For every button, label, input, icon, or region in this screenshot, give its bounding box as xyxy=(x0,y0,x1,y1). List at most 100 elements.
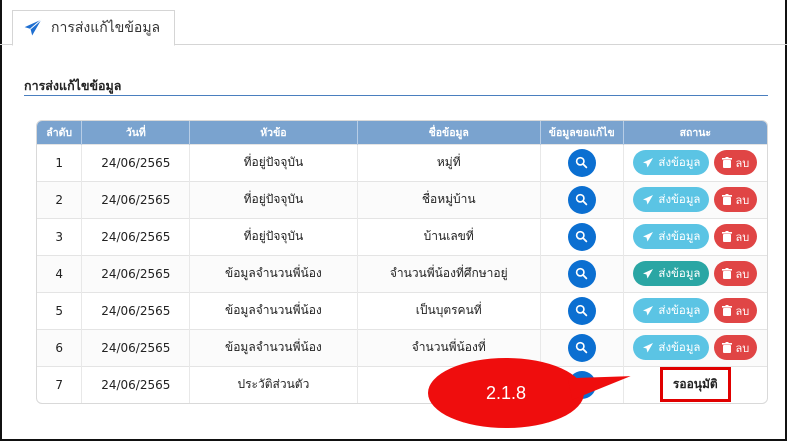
paper-plane-icon xyxy=(24,19,42,36)
delete-button[interactable]: ลบ xyxy=(714,187,758,212)
send-data-label: ส่งข้อมูล xyxy=(658,228,701,243)
paper-plane-icon xyxy=(642,305,654,317)
cell-topic: ข้อมูลจำนวนพี่น้อง xyxy=(189,255,358,292)
cell-date: 24/06/2565 xyxy=(81,292,191,329)
cell-status: ส่งข้อมูล ลบ xyxy=(623,144,767,181)
cell-date: 24/06/2565 xyxy=(81,144,191,181)
delete-label: ลบ xyxy=(735,193,750,207)
trash-icon xyxy=(722,268,733,279)
cell-date: 24/06/2565 xyxy=(81,366,191,403)
delete-label: ลบ xyxy=(735,341,750,355)
cell-status: ส่งข้อมูล ลบ xyxy=(623,329,767,366)
header-no: ลำดับ xyxy=(37,121,83,144)
send-data-button[interactable]: ส่งข้อมูล xyxy=(633,187,710,212)
cell-status: ส่งข้อมูล ลบ xyxy=(623,181,767,218)
view-edit-data-button[interactable] xyxy=(567,148,596,177)
delete-button[interactable]: ลบ xyxy=(714,335,758,360)
cell-field: บ้านเลขที่ xyxy=(357,218,541,255)
header-edit-data: ข้อมูลขอแก้ไข xyxy=(540,121,624,144)
cell-date: 24/06/2565 xyxy=(81,255,191,292)
send-data-button[interactable]: ส่งข้อมูล xyxy=(633,335,710,360)
cell-field: หมู่ที่ xyxy=(357,144,541,181)
paper-plane-icon xyxy=(642,342,654,354)
cell-topic: ที่อยู่ปัจจุบัน xyxy=(189,144,358,181)
trash-icon xyxy=(722,305,733,316)
cell-status: รออนุมัติ xyxy=(623,366,767,403)
trash-icon xyxy=(722,231,733,242)
cell-edit-data xyxy=(540,144,624,181)
table-row: 4 24/06/2565 ข้อมูลจำนวนพี่น้อง จำนวนพี่น้อ… xyxy=(37,255,767,292)
cell-status: ส่งข้อมูล ลบ xyxy=(623,218,767,255)
cell-no: 6 xyxy=(37,329,83,366)
cell-topic: ข้อมูลจำนวนพี่น้อง xyxy=(189,292,358,329)
send-data-button[interactable]: ส่งข้อมูล xyxy=(633,298,710,323)
table-row: 5 24/06/2565 ข้อมูลจำนวนพี่น้อง เป็นบุตรคนท… xyxy=(37,292,767,329)
edit-request-table: ลำดับ วันที่ หัวข้อ ชื่อข้อมูล ข้อมูลขอแ… xyxy=(36,120,768,404)
trash-icon xyxy=(722,342,733,353)
send-data-button[interactable]: ส่งข้อมูล xyxy=(633,224,710,249)
cell-topic: ข้อมูลจำนวนพี่น้อง xyxy=(189,329,358,366)
section-title: การส่งแก้ไขข้อมูล xyxy=(24,78,122,93)
cell-status: ส่งข้อมูล ลบ xyxy=(623,292,767,329)
header-date: วันที่ xyxy=(81,121,191,144)
cell-field: จำนวนพี่น้องที่ศึกษาอยู่ xyxy=(357,255,541,292)
view-edit-data-button[interactable] xyxy=(567,296,596,325)
cell-topic: ประวัติส่วนตัว xyxy=(189,366,358,403)
tab-edit-request[interactable]: การส่งแก้ไขข้อมูล xyxy=(12,10,176,46)
delete-button[interactable]: ลบ xyxy=(714,150,758,175)
search-icon xyxy=(575,341,588,354)
search-icon xyxy=(575,156,588,169)
view-edit-data-button[interactable] xyxy=(567,259,596,288)
section-divider xyxy=(24,95,768,96)
cell-edit-data xyxy=(540,292,624,329)
delete-label: ลบ xyxy=(735,304,750,318)
search-icon xyxy=(575,267,588,280)
cell-topic: ที่อยู่ปัจจุบัน xyxy=(189,218,358,255)
cell-no: 1 xyxy=(37,144,83,181)
cell-edit-data xyxy=(540,255,624,292)
delete-button[interactable]: ลบ xyxy=(714,224,758,249)
table-row: 7 24/06/2565 ประวัติส่วนตัว รออนุมัติ xyxy=(37,366,767,403)
cell-date: 24/06/2565 xyxy=(81,218,191,255)
view-edit-data-button[interactable] xyxy=(567,222,596,251)
paper-plane-icon xyxy=(642,268,654,280)
header-topic: หัวข้อ xyxy=(189,121,358,144)
send-data-label: ส่งข้อมูล xyxy=(658,339,701,354)
callout-bubble: 2.1.8 xyxy=(428,358,584,428)
send-data-label: ส่งข้อมูล xyxy=(658,265,701,280)
table-row: 1 24/06/2565 ที่อยู่ปัจจุบัน หมู่ที่ ส่งข้อม… xyxy=(37,144,767,181)
send-data-label: ส่งข้อมูล xyxy=(658,302,701,317)
paper-plane-icon xyxy=(642,157,654,169)
cell-no: 3 xyxy=(37,218,83,255)
header-field: ชื่อข้อมูล xyxy=(357,121,541,144)
send-data-button[interactable]: ส่งข้อมูล xyxy=(633,261,710,286)
table-header-row: ลำดับ วันที่ หัวข้อ ชื่อข้อมูล ข้อมูลขอแ… xyxy=(37,121,767,144)
cell-topic: ที่อยู่ปัจจุบัน xyxy=(189,181,358,218)
search-icon xyxy=(575,304,588,317)
table-row: 2 24/06/2565 ที่อยู่ปัจจุบัน ชื่อหมู่บ้าน ส่… xyxy=(37,181,767,218)
cell-edit-data xyxy=(540,218,624,255)
search-icon xyxy=(575,193,588,206)
trash-icon xyxy=(722,157,733,168)
tab-bar: การส่งแก้ไขข้อมูล xyxy=(0,0,787,46)
paper-plane-icon xyxy=(642,231,654,243)
cell-date: 24/06/2565 xyxy=(81,329,191,366)
cell-field: ชื่อหมู่บ้าน xyxy=(357,181,541,218)
cell-status: ส่งข้อมูล ลบ xyxy=(623,255,767,292)
send-data-button[interactable]: ส่งข้อมูล xyxy=(633,150,710,175)
delete-label: ลบ xyxy=(735,230,750,244)
table-row: 3 24/06/2565 ที่อยู่ปัจจุบัน บ้านเลขที่ ส่งข… xyxy=(37,218,767,255)
callout-label: 2.1.8 xyxy=(485,382,527,403)
cell-no: 2 xyxy=(37,181,83,218)
delete-button[interactable]: ลบ xyxy=(714,298,758,323)
trash-icon xyxy=(722,194,733,205)
header-status: สถานะ xyxy=(679,126,712,139)
cell-no: 5 xyxy=(37,292,83,329)
send-data-label: ส่งข้อมูล xyxy=(658,154,701,169)
cell-field: เป็นบุตรคนที่ xyxy=(357,292,541,329)
delete-button[interactable]: ลบ xyxy=(714,261,758,286)
cell-edit-data xyxy=(540,181,624,218)
search-icon xyxy=(575,230,588,243)
cell-no: 7 xyxy=(37,366,83,403)
view-edit-data-button[interactable] xyxy=(567,185,596,214)
